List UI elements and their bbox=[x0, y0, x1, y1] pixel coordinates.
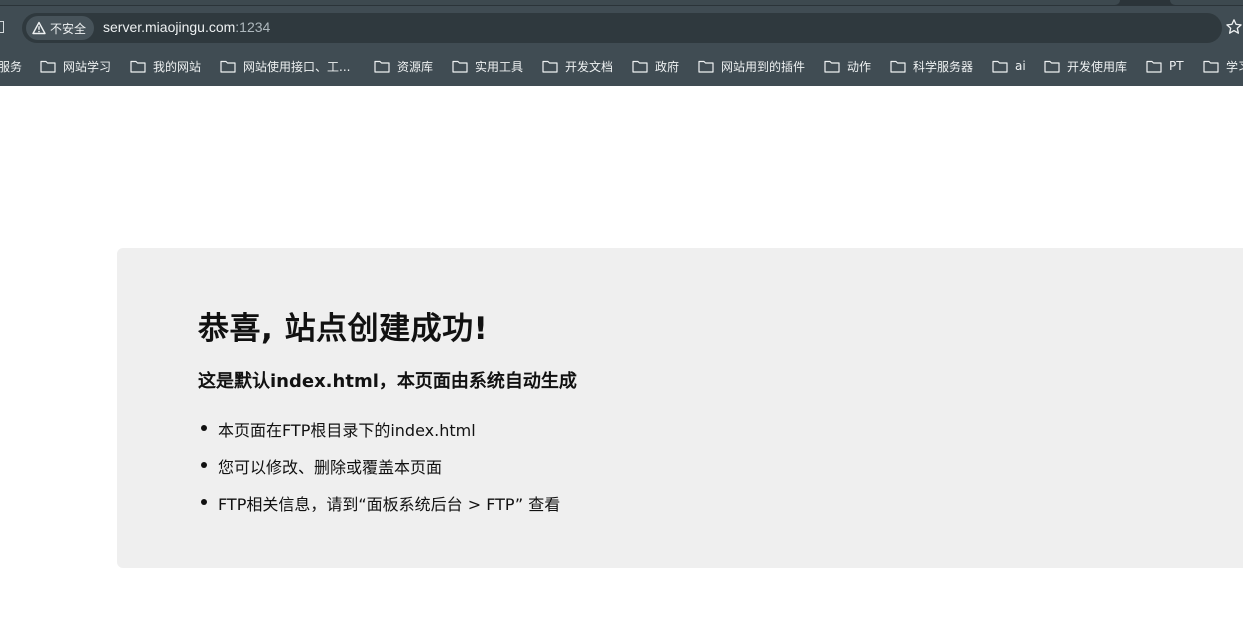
bookmark-item[interactable]: 学习 bbox=[1203, 57, 1243, 75]
folder-icon bbox=[1203, 60, 1219, 73]
bookmark-label: 动作 bbox=[847, 59, 872, 74]
folder-icon bbox=[130, 60, 146, 73]
bookmark-item[interactable]: 科学服务器 bbox=[890, 57, 973, 75]
security-label: 不安全 bbox=[50, 21, 87, 36]
bookmark-item[interactable]: 网站使用接口、工... bbox=[220, 57, 350, 75]
folder-icon bbox=[452, 60, 468, 73]
folder-icon bbox=[824, 60, 840, 73]
bookmark-label: PT bbox=[1169, 59, 1184, 73]
security-indicator[interactable]: 不安全 bbox=[26, 16, 95, 40]
folder-icon bbox=[632, 60, 648, 73]
page-title: 恭喜, 站点创建成功! bbox=[198, 311, 489, 347]
warning-icon bbox=[32, 21, 46, 35]
folder-icon bbox=[40, 60, 56, 73]
bookmark-label: 政府 bbox=[655, 59, 680, 74]
bookmark-item[interactable]: 政府 bbox=[632, 57, 679, 75]
folder-icon bbox=[542, 60, 558, 73]
folder-icon bbox=[1044, 60, 1060, 73]
bookmark-item[interactable]: ai bbox=[992, 57, 1026, 75]
bookmark-label: 资源库 bbox=[397, 59, 434, 74]
url-text[interactable]: server.miaojingu.com:1234 bbox=[103, 19, 270, 35]
bookmark-item[interactable]: 我的网站 bbox=[130, 57, 201, 75]
bookmark-label: 学习 bbox=[1226, 59, 1243, 74]
folder-icon bbox=[992, 60, 1008, 73]
folder-icon bbox=[890, 60, 906, 73]
bookmark-item[interactable]: 开发使用库 bbox=[1044, 57, 1127, 75]
url-port: :1234 bbox=[235, 19, 271, 35]
list-item: 本页面在FTP根目录下的index.html bbox=[201, 417, 476, 441]
bookmark-item[interactable]: 开发文档 bbox=[542, 57, 613, 75]
url-host: server.miaojingu.com bbox=[103, 19, 236, 35]
bookmark-label: ai bbox=[1015, 59, 1026, 73]
page-subtitle: 这是默认index.html，本页面由系统自动生成 bbox=[198, 371, 577, 392]
browser-toolbar: 不安全 server.miaojingu.com:1234 bbox=[0, 6, 1243, 48]
bookmarks-bar: 服务 网站学习 我的网站 网站使用接口、工... 资源库 实用工具 开发文档 政府 网站用到的插… bbox=[0, 48, 1243, 86]
bookmark-label: 开发文档 bbox=[565, 59, 614, 74]
bookmark-label: 我的网站 bbox=[153, 59, 202, 74]
list-item: FTP相关信息，请到“面板系统后台 > FTP” 查看 bbox=[200, 491, 560, 515]
bookmark-label: 服务 bbox=[0, 59, 23, 74]
folder-icon bbox=[374, 60, 390, 73]
bookmark-item[interactable]: 资源库 bbox=[374, 57, 433, 75]
bookmark-item[interactable]: PT bbox=[1146, 57, 1184, 75]
content-card bbox=[117, 248, 1243, 568]
bookmark-label: 网站学习 bbox=[63, 59, 112, 74]
bookmark-item[interactable]: 网站学习 bbox=[40, 57, 111, 75]
bookmark-label: 实用工具 bbox=[475, 59, 524, 74]
folder-icon bbox=[698, 60, 714, 73]
list-item: 您可以修改、删除或覆盖本页面 bbox=[200, 454, 442, 478]
bookmark-item[interactable]: 动作 bbox=[824, 57, 871, 75]
tab-edge[interactable] bbox=[1170, 0, 1243, 5]
tab-search-icon[interactable] bbox=[0, 21, 4, 33]
active-tab-edge[interactable] bbox=[0, 0, 1120, 5]
bookmark-label: 开发使用库 bbox=[1067, 59, 1128, 74]
bookmark-item[interactable]: 服务 bbox=[0, 57, 22, 75]
folder-icon bbox=[220, 60, 236, 73]
bookmark-label: 网站用到的插件 bbox=[721, 59, 806, 74]
bookmark-label: 网站使用接口、工... bbox=[243, 59, 351, 74]
bookmark-star-icon[interactable] bbox=[1225, 18, 1243, 36]
bookmark-item[interactable]: 网站用到的插件 bbox=[698, 57, 805, 75]
folder-icon bbox=[1146, 60, 1162, 73]
bookmark-label: 科学服务器 bbox=[913, 59, 974, 74]
bookmark-item[interactable]: 实用工具 bbox=[452, 57, 523, 75]
